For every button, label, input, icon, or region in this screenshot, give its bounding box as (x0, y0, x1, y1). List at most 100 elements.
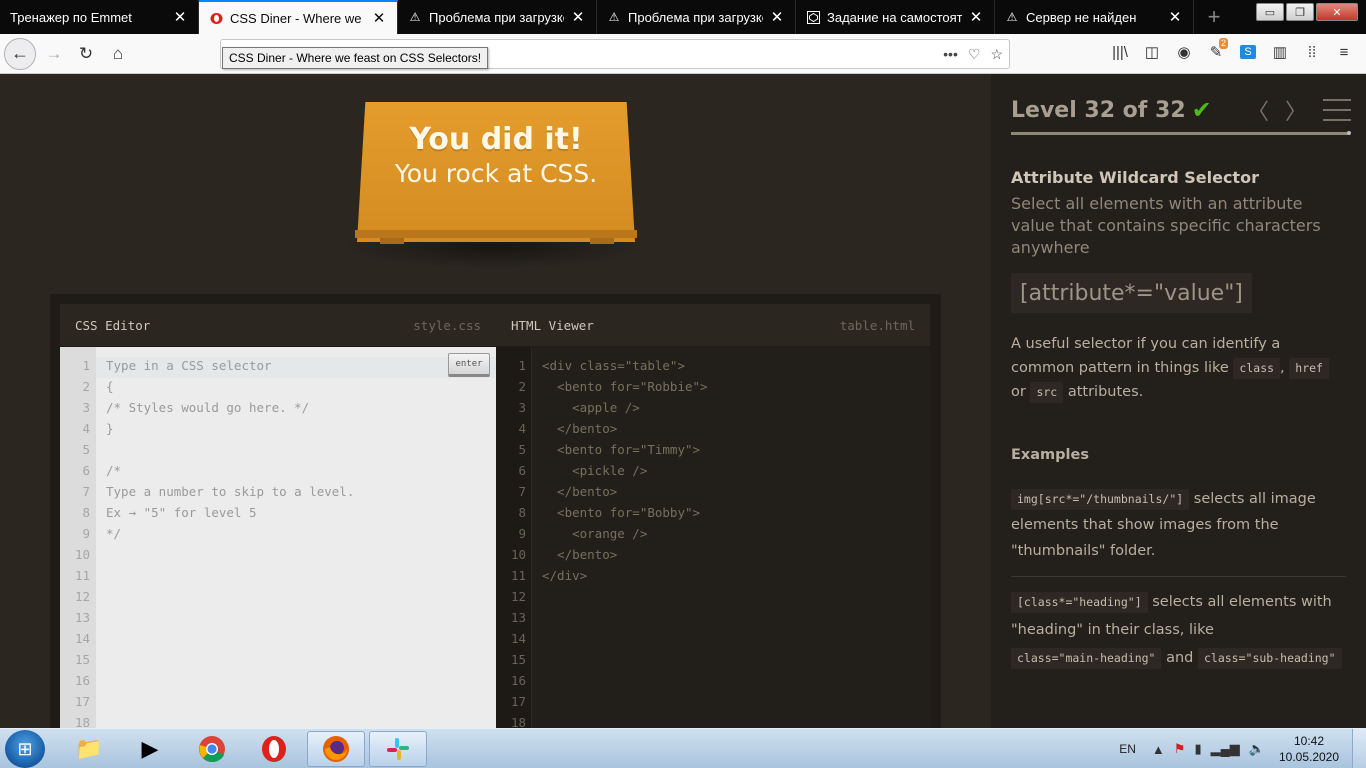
help-code-class: class (1233, 358, 1281, 379)
html-viewer-title: HTML Viewer (511, 317, 594, 333)
close-icon[interactable]: ✕ (769, 8, 785, 26)
editor: CSS Editor style.css HTML Viewer table.h… (50, 294, 941, 728)
tab-css-diner[interactable]: CSS Diner - Where we feast ✕ (199, 0, 398, 34)
extension-s-icon[interactable]: S (1234, 38, 1262, 66)
warning-icon: ⚠ (608, 10, 620, 24)
line-number: 1 (518, 358, 526, 373)
line-number: 8 (82, 505, 90, 520)
sync-icon[interactable]: ✎ 2 (1202, 38, 1230, 66)
battery-icon[interactable]: ▮ (1194, 741, 1201, 757)
close-icon[interactable]: ✕ (371, 9, 387, 27)
example-2-code-3: class="sub-heading" (1197, 648, 1342, 669)
example-2-and: and (1166, 650, 1194, 666)
line-number: 2 (82, 379, 90, 394)
tab-title: Проблема при загрузке ст (628, 9, 763, 25)
pocket-icon[interactable]: ♡ (968, 46, 981, 63)
level-progress-bar (1011, 131, 1351, 135)
account-icon[interactable]: ◉ (1170, 38, 1198, 66)
reload-icon[interactable]: ↻ (70, 38, 102, 70)
opera-red-icon (209, 11, 223, 25)
page-actions-icon[interactable]: ••• (943, 46, 958, 62)
code-line: </div> (542, 568, 588, 583)
next-level-icon[interactable]: 〉 (1285, 94, 1307, 126)
selector-help: A useful selector if you can identify a … (1011, 332, 1341, 404)
forward-icon[interactable]: → (38, 38, 70, 70)
html-viewer-body: 1 2 3 4 5 6 7 8 9 10 11 12 13 14 15 16 17 18 <div class="… (496, 347, 930, 728)
line-number: 15 (74, 652, 90, 667)
language-indicator[interactable]: EN (1119, 742, 1136, 756)
minimize-button[interactable]: ▭ (1256, 3, 1284, 21)
tab-server-not-found[interactable]: ⚠ Сервер не найден ✕ (995, 0, 1194, 34)
network-icon[interactable]: ▂▄▆ (1211, 741, 1240, 757)
warning-icon: ⚠ (409, 10, 421, 24)
media-player-icon[interactable]: ▶ (121, 731, 179, 767)
tab-problem-1[interactable]: ⚠ Проблема при загрузке ст ✕ (398, 0, 597, 34)
line-number: 17 (510, 694, 526, 709)
css-editor-title: CSS Editor (75, 317, 151, 333)
code-line: { (106, 379, 114, 394)
level-nav: 〈 〉 (1247, 94, 1351, 126)
home-icon[interactable]: ⌂ (102, 38, 134, 70)
line-number: 16 (510, 673, 526, 688)
enter-button[interactable]: enter (448, 353, 490, 377)
extension-grid-icon[interactable]: ⁞⁞ (1298, 38, 1326, 66)
tab-assignment[interactable]: Задание на самостоятельн ✕ (796, 0, 995, 34)
code-line: Type in a CSS selector (106, 358, 272, 373)
code-line: } (106, 421, 114, 436)
selector-syntax: [attribute*="value"] (1011, 273, 1252, 313)
line-number: 4 (518, 421, 526, 436)
line-number: 14 (510, 631, 526, 646)
line-number: 11 (74, 568, 90, 583)
css-filename: style.css (413, 317, 481, 333)
tab-emmet[interactable]: Тренажер по Emmet ✕ (0, 0, 199, 34)
prev-level-icon[interactable]: 〈 (1247, 94, 1269, 126)
example-2-code-2: class="main-heading" (1011, 648, 1162, 669)
code-line: /* (106, 463, 122, 478)
back-icon[interactable]: ← (4, 37, 36, 70)
start-button[interactable]: ⊞ (5, 730, 45, 768)
window-close-button[interactable]: ✕ (1316, 3, 1358, 21)
sign-line-2: You rock at CSS. (394, 159, 598, 188)
system-tray: EN ▲ ⚑ ▮ ▂▄▆ 🔈 10:42 10.05.2020 (1119, 729, 1366, 768)
tab-problem-2[interactable]: ⚠ Проблема при загрузке ст ✕ (597, 0, 796, 34)
bookmark-star-icon[interactable]: ☆ (990, 46, 1003, 63)
close-icon[interactable]: ✕ (1167, 8, 1183, 26)
example-divider (1011, 576, 1346, 577)
library-icon[interactable]: |||\ (1106, 38, 1134, 66)
close-icon[interactable]: ✕ (172, 8, 188, 26)
slack-icon[interactable] (369, 731, 427, 767)
clock[interactable]: 10:42 10.05.2020 (1274, 733, 1344, 765)
window-controls: ▭ ❐ ✕ (1256, 3, 1358, 21)
tray-expand-icon[interactable]: ▲ (1152, 742, 1165, 757)
menu-icon[interactable]: ≡ (1330, 38, 1358, 66)
sign-line-1: You did it! (409, 122, 583, 157)
line-number: 6 (518, 463, 526, 478)
line-number: 12 (510, 589, 526, 604)
firefox-icon[interactable] (307, 731, 365, 767)
code-line: /* Styles would go here. */ (106, 400, 310, 415)
line-number: 18 (74, 715, 90, 728)
level-menu-icon[interactable] (1323, 99, 1351, 121)
close-icon[interactable]: ✕ (570, 8, 586, 26)
close-icon[interactable]: ✕ (968, 8, 984, 26)
line-number: 6 (82, 463, 90, 478)
example-1: img[src*="/thumbnails/"] selects all ima… (1011, 486, 1346, 564)
restore-button[interactable]: ❐ (1286, 3, 1314, 21)
opera-icon[interactable] (245, 731, 303, 767)
taskbar: ⊞ 📁 ▶ EN ▲ ⚑ ▮ ▂▄▆ 🔈 10:42 10.05.2020 (0, 728, 1366, 768)
explorer-icon[interactable]: 📁 (60, 731, 118, 767)
volume-icon[interactable]: 🔈 (1249, 741, 1265, 757)
selector-name: Attribute Wildcard Selector (1011, 168, 1259, 187)
codepen-icon (806, 10, 820, 24)
sidebar-icon[interactable]: ◫ (1138, 38, 1166, 66)
level-sidebar: Level 32 of 32 ✔ 〈 〉 Attribute Wildcard … (991, 74, 1366, 728)
extension-bars-icon[interactable]: ▥ (1266, 38, 1294, 66)
chrome-icon[interactable] (183, 731, 241, 767)
new-tab-button[interactable]: + (1194, 0, 1234, 34)
show-desktop-button[interactable] (1352, 729, 1366, 768)
css-editor-body[interactable]: 1 2 3 4 5 6 7 8 9 10 11 12 13 14 15 16 17 18 Type in a CS… (60, 347, 496, 728)
code-line: Type a number to skip to a level. (106, 484, 355, 499)
line-number: 7 (82, 484, 90, 499)
flag-icon[interactable]: ⚑ (1174, 741, 1186, 757)
line-number: 5 (518, 442, 526, 457)
